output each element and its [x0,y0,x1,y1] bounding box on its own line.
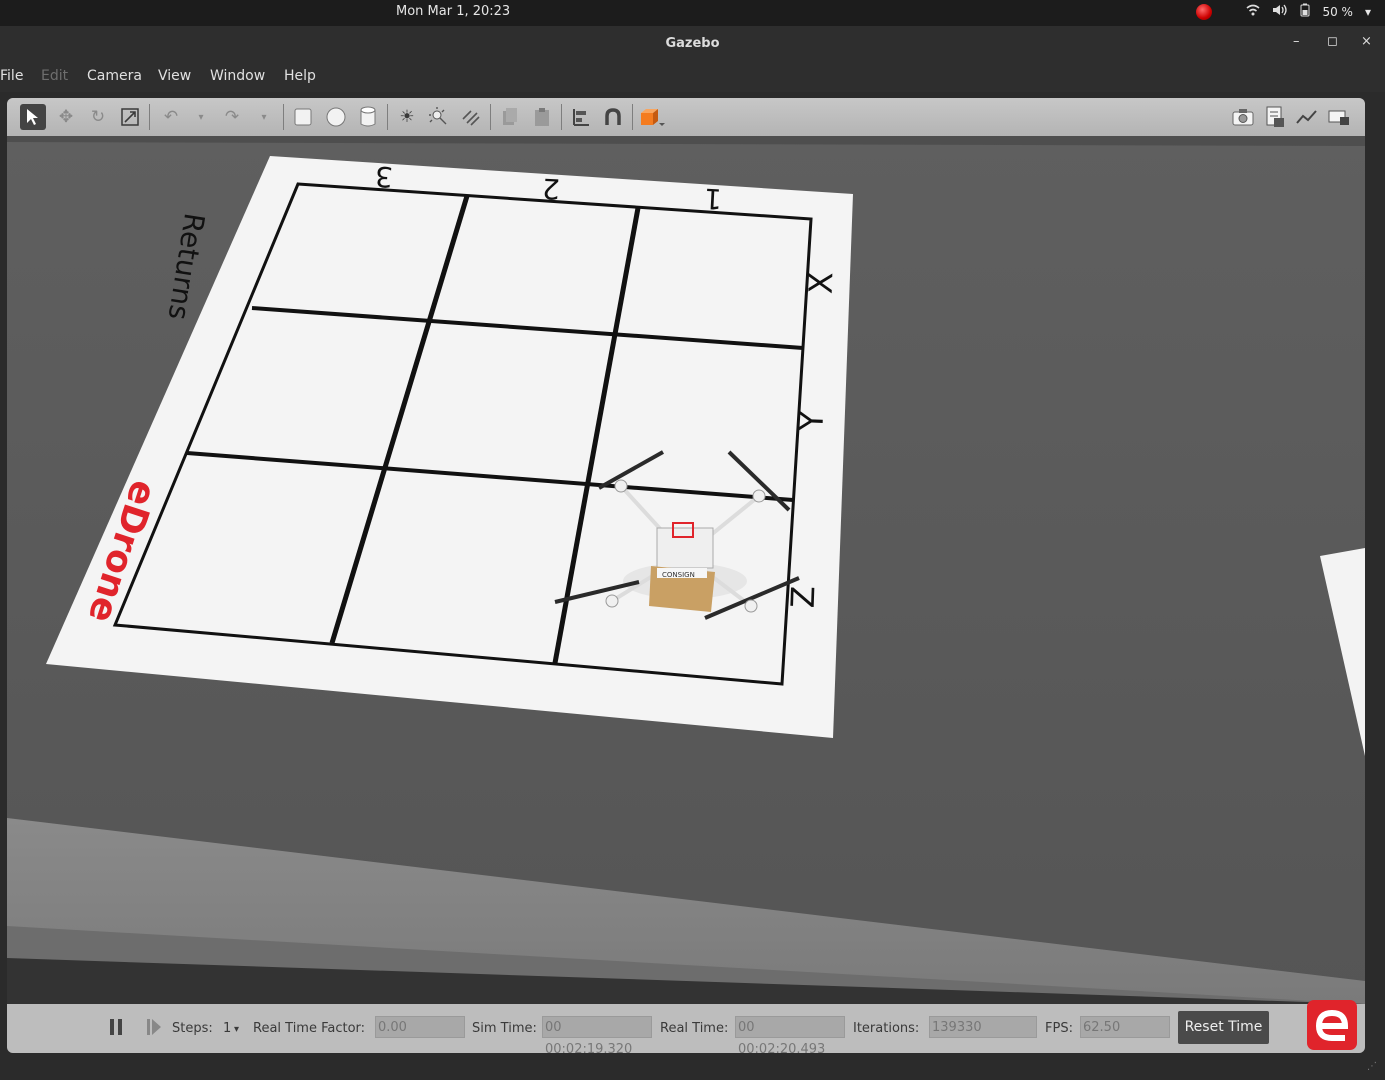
cylinder-shape-icon[interactable] [355,104,381,130]
translate-icon[interactable]: ✥ [53,104,79,130]
scene-viewport[interactable]: CONSIGN 3 2 1 X Y Z Returns eDrone [7,136,1365,1004]
redo-icon[interactable]: ↷ [219,104,245,130]
volume-icon[interactable] [1272,3,1288,20]
window-title: Gazebo [665,36,720,51]
maximize-button[interactable]: ◻ [1327,34,1338,49]
copy-icon[interactable] [497,104,523,130]
menu-help[interactable]: Help [284,68,316,84]
align-icon[interactable] [568,104,594,130]
package-label-text: CONSIGN [662,571,695,579]
toolbar-separator [561,104,562,130]
real-time-factor-label: Real Time Factor: [253,1021,366,1036]
toolbar-separator [149,104,150,130]
step-button[interactable] [146,1018,162,1040]
grid-right-label-x: X [801,271,841,295]
real-time-factor-value: 0.00 [375,1016,465,1038]
scale-icon[interactable] [117,104,143,130]
sim-time-label: Sim Time: [472,1021,537,1036]
grid-right-label-z: Z [783,585,823,609]
window-title-bar[interactable]: Gazebo – ◻ × [0,26,1385,62]
battery-icon[interactable] [1300,3,1310,20]
iterations-label: Iterations: [853,1021,920,1036]
iterations-value: 139330 [929,1016,1037,1038]
toolbar-separator [632,104,633,130]
box-shape-icon[interactable] [290,104,316,130]
change-view-icon[interactable] [639,104,665,130]
resize-grip-icon[interactable]: ⋰ [1367,1061,1377,1072]
grid-right-label-y: Y [792,410,832,432]
point-light-icon[interactable]: ☀ [394,104,420,130]
battery-percent: 50 % [1322,4,1353,19]
pause-button[interactable] [108,1018,124,1040]
edrone-logo [1307,1000,1357,1050]
bottom-status-bar: Steps: 1 ▾ Real Time Factor: 0.00 Sim Ti… [7,1004,1365,1053]
paste-icon[interactable] [529,104,555,130]
menu-file[interactable]: File [0,68,23,84]
sim-time-value: 00 00:02:19.320 [542,1016,652,1053]
caret-down-icon[interactable]: ▾ [1365,5,1371,19]
close-button[interactable]: × [1361,34,1372,49]
screenshot-icon[interactable] [1230,104,1256,130]
drone-body [656,527,714,569]
steps-value[interactable]: 1 [223,1021,231,1036]
toolbar-separator [283,104,284,130]
fps-label: FPS: [1045,1021,1073,1036]
menu-edit[interactable]: Edit [41,68,68,84]
real-time-label: Real Time: [660,1021,729,1036]
system-top-bar: Mon Mar 1, 20:23 50 % ▾ [0,0,1385,26]
grid-top-label-1: 1 [703,181,723,216]
system-tray[interactable]: 50 % ▾ [1196,3,1371,20]
steps-label: Steps: [172,1021,213,1036]
grid-top-label-3: 3 [374,159,394,194]
steps-dropdown-icon[interactable]: ▾ [234,1024,239,1035]
scene-render: CONSIGN [7,136,1365,1004]
fps-value: 62.50 [1080,1016,1170,1038]
grid-top-label-2: 2 [541,171,561,206]
toolbar-separator [387,104,388,130]
toolbar: ✥ ↻ ↶ ▾ ↷ ▾ ☀ [7,98,1365,136]
gazebo-main-frame: ✥ ↻ ↶ ▾ ↷ ▾ ☀ CONSIGN 3 2 1 X Y Z Return… [7,98,1365,1053]
system-clock[interactable]: Mon Mar 1, 20:23 [396,4,510,19]
toolbar-separator [490,104,491,130]
reset-time-button[interactable]: Reset Time [1178,1011,1269,1044]
directional-light-icon[interactable] [458,104,484,130]
minimize-button[interactable]: – [1293,34,1300,49]
rotate-icon[interactable]: ↻ [85,104,111,130]
video-record-icon[interactable] [1326,104,1352,130]
menu-bar: File Edit Camera View Window Help [0,62,1385,92]
menu-camera[interactable]: Camera [87,68,142,84]
menu-window[interactable]: Window [210,68,265,84]
undo-history-icon[interactable]: ▾ [188,104,214,130]
record-indicator-icon[interactable] [1196,3,1213,20]
log-icon[interactable] [1262,104,1288,130]
select-arrow-icon[interactable] [20,104,46,130]
spot-light-icon[interactable] [426,104,452,130]
redo-history-icon[interactable]: ▾ [251,104,277,130]
undo-icon[interactable]: ↶ [158,104,184,130]
menu-view[interactable]: View [158,68,191,84]
plot-icon[interactable] [1294,104,1320,130]
wifi-icon[interactable] [1246,3,1260,20]
real-time-value: 00 00:02:20.493 [735,1016,845,1053]
snap-icon[interactable] [600,104,626,130]
sphere-shape-icon[interactable] [323,104,349,130]
